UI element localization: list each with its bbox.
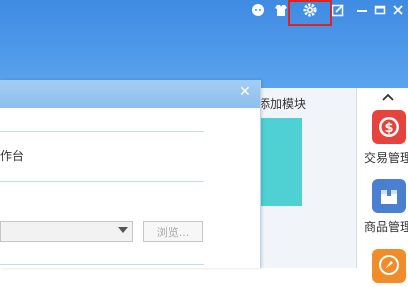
minimize-icon[interactable] bbox=[354, 2, 370, 18]
add-module-label[interactable]: 添加模块 bbox=[258, 95, 306, 112]
settings-highlight-box bbox=[288, 0, 332, 26]
module-card[interactable] bbox=[258, 118, 302, 206]
path-dropdown[interactable] bbox=[0, 221, 133, 242]
maximize-icon[interactable] bbox=[372, 2, 388, 18]
close-icon[interactable] bbox=[390, 2, 406, 18]
dollar-icon[interactable]: $ bbox=[372, 110, 406, 144]
title-bar bbox=[0, 0, 408, 88]
dropdown-arrow-icon[interactable] bbox=[118, 227, 128, 233]
chat-bubble-icon[interactable] bbox=[250, 2, 266, 18]
svg-text:$: $ bbox=[384, 121, 393, 136]
product-management-label[interactable]: 商品管理 bbox=[364, 218, 408, 235]
dialog-header bbox=[0, 80, 260, 108]
divider bbox=[0, 181, 204, 182]
box-icon[interactable] bbox=[372, 179, 406, 213]
divider bbox=[0, 264, 204, 265]
dialog-close-button[interactable]: ✕ bbox=[239, 84, 251, 100]
edit-square-icon[interactable] bbox=[330, 2, 346, 18]
chevron-up-icon[interactable] bbox=[381, 90, 395, 106]
browse-button[interactable]: 浏览... bbox=[143, 221, 203, 242]
skin-icon[interactable] bbox=[273, 2, 289, 18]
workbench-label: 作台 bbox=[0, 149, 25, 163]
trade-management-label[interactable]: 交易管理 bbox=[364, 149, 408, 166]
compass-icon[interactable] bbox=[372, 249, 406, 283]
divider bbox=[0, 131, 204, 132]
settings-dialog: ✕ 作台 浏览... bbox=[0, 80, 261, 268]
